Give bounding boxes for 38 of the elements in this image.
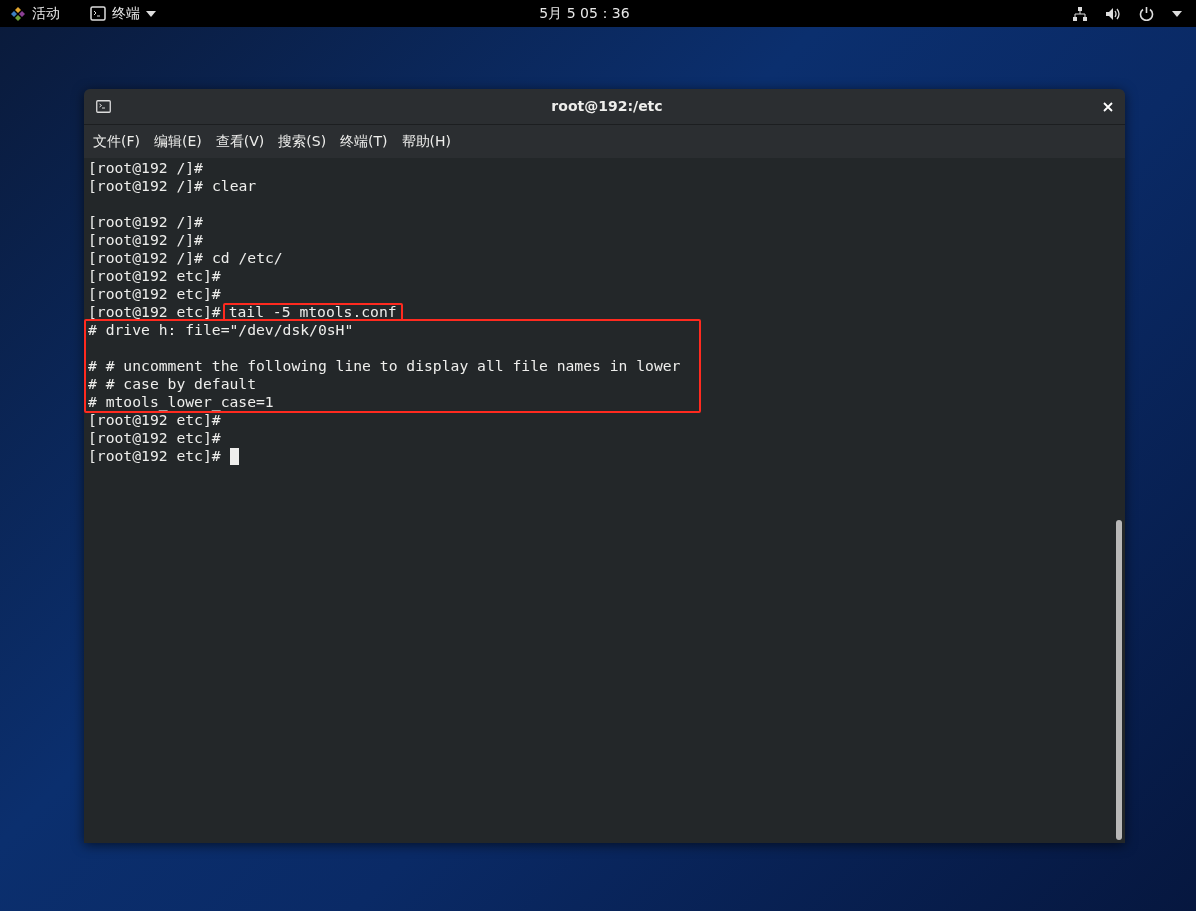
menu-item[interactable]: 查看(V) — [208, 131, 272, 152]
menu-item[interactable]: 文件(F) — [86, 131, 147, 152]
terminal-prompt: [root@192 etc]# — [88, 285, 221, 303]
menu-item[interactable]: 搜索(S) — [271, 131, 334, 152]
terminal-command: clear — [211, 177, 257, 195]
terminal-command: tail -5 mtools.conf — [222, 303, 403, 321]
terminal-output: # drive h: file="/dev/dsk/0sH" — [88, 321, 355, 339]
terminal-command: cd /etc/ — [211, 249, 283, 267]
terminal-prompt: [root@192 /]# — [88, 159, 203, 177]
terminal-prompt: [root@192 etc]# — [88, 303, 221, 321]
terminal-icon — [96, 100, 111, 113]
volume-icon[interactable] — [1105, 6, 1121, 21]
terminal-prompt: [root@192 /]# — [88, 249, 203, 267]
terminal-prompt: [root@192 etc]# — [88, 411, 221, 429]
terminal-prompt: [root@192 /]# — [88, 213, 203, 231]
terminal-prompt: [root@192 etc]# — [88, 267, 221, 285]
scrollbar-thumb[interactable] — [1116, 520, 1122, 840]
close-icon[interactable] — [1103, 101, 1113, 112]
terminal-icon — [90, 6, 106, 21]
terminal-output: # # uncomment the following line to display all file names in lower — [88, 357, 682, 375]
terminal-output: # mtools_lower_case=1 — [88, 393, 275, 411]
clock[interactable]: 5月 5 05：36 — [539, 3, 630, 24]
window-title: root@192:/etc — [551, 97, 663, 116]
menu-item[interactable]: 帮助(H) — [394, 131, 459, 152]
activities-button[interactable]: 活动 — [32, 3, 60, 24]
menu-item[interactable]: 编辑(E) — [147, 131, 209, 152]
power-icon[interactable] — [1139, 6, 1154, 21]
terminal-output: # # case by default — [88, 375, 257, 393]
network-icon[interactable] — [1073, 6, 1087, 21]
app-menu[interactable]: 终端 — [90, 3, 156, 24]
terminal-prompt: [root@192 etc]# — [88, 429, 221, 447]
caret-icon[interactable] — [1172, 10, 1182, 17]
menu-item[interactable]: 终端(T) — [333, 131, 395, 152]
terminal-prompt: [root@192 etc]# — [88, 447, 221, 465]
terminal-prompt: [root@192 /]# — [88, 177, 203, 195]
terminal-prompt: [root@192 /]# — [88, 231, 203, 249]
logo-icon — [10, 5, 26, 22]
caret-icon — [146, 10, 156, 17]
